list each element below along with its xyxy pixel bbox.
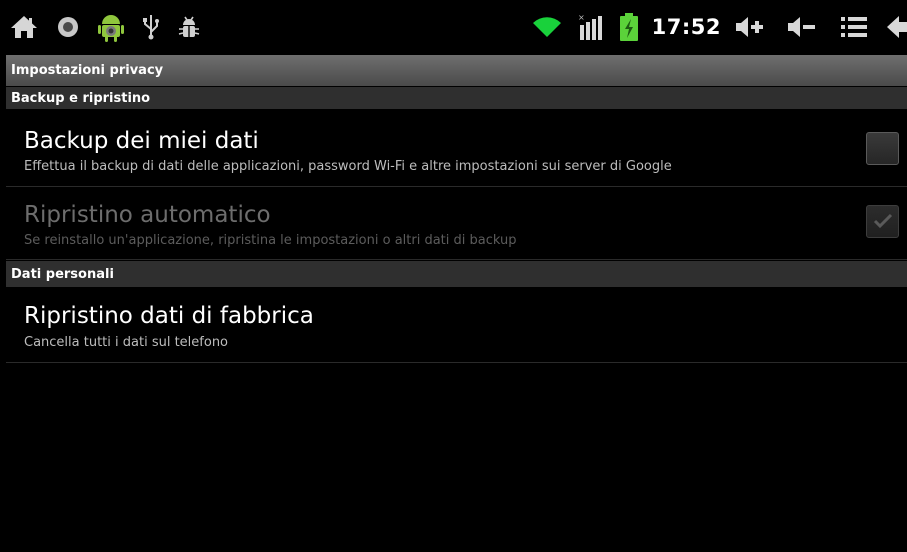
debug-icon xyxy=(178,15,200,39)
system-icons: × 17:52 xyxy=(532,12,907,42)
notification-icons xyxy=(10,12,200,42)
battery-charging-icon xyxy=(619,13,638,41)
backup-checkbox[interactable] xyxy=(866,132,899,165)
home-icon[interactable] xyxy=(10,15,38,39)
pref-summary: Cancella tutti i dati sul telefono xyxy=(24,335,229,350)
menu-icon[interactable] xyxy=(841,16,867,38)
signal-icon: × xyxy=(578,13,604,41)
category-header-personal: Dati personali xyxy=(6,261,907,287)
pref-title: Ripristino dati di fabbrica xyxy=(24,303,314,329)
pref-auto-restore: Ripristino automatico Se reinstallo un'a… xyxy=(6,187,907,260)
volume-down-icon[interactable] xyxy=(787,16,817,38)
pref-summary: Effettua il backup di dati delle applica… xyxy=(24,159,672,174)
android-icon xyxy=(98,12,124,42)
screen-title-bar: Impostazioni privacy xyxy=(6,55,907,86)
usb-icon xyxy=(142,14,160,40)
pref-factory-reset[interactable]: Ripristino dati di fabbrica Cancella tut… xyxy=(6,288,907,363)
back-icon[interactable] xyxy=(887,16,907,38)
wifi-icon xyxy=(532,15,562,39)
pref-title: Ripristino automatico xyxy=(24,202,271,228)
volume-up-icon[interactable] xyxy=(735,16,765,38)
category-header-label: Backup e ripristino xyxy=(11,91,151,106)
screen-title: Impostazioni privacy xyxy=(11,63,164,78)
auto-restore-checkbox xyxy=(866,205,899,238)
category-header-backup: Backup e ripristino xyxy=(6,87,907,109)
pref-backup-data[interactable]: Backup dei miei dati Effettua il backup … xyxy=(6,110,907,187)
status-bar: × 17:52 xyxy=(0,0,907,54)
category-header-label: Dati personali xyxy=(11,267,114,282)
checkmark-icon xyxy=(873,213,893,229)
pref-title: Backup dei miei dati xyxy=(24,128,259,154)
record-icon xyxy=(56,15,80,39)
status-clock: 17:52 xyxy=(651,15,721,39)
svg-text:×: × xyxy=(578,13,585,22)
pref-summary: Se reinstallo un'applicazione, ripristin… xyxy=(24,233,517,248)
